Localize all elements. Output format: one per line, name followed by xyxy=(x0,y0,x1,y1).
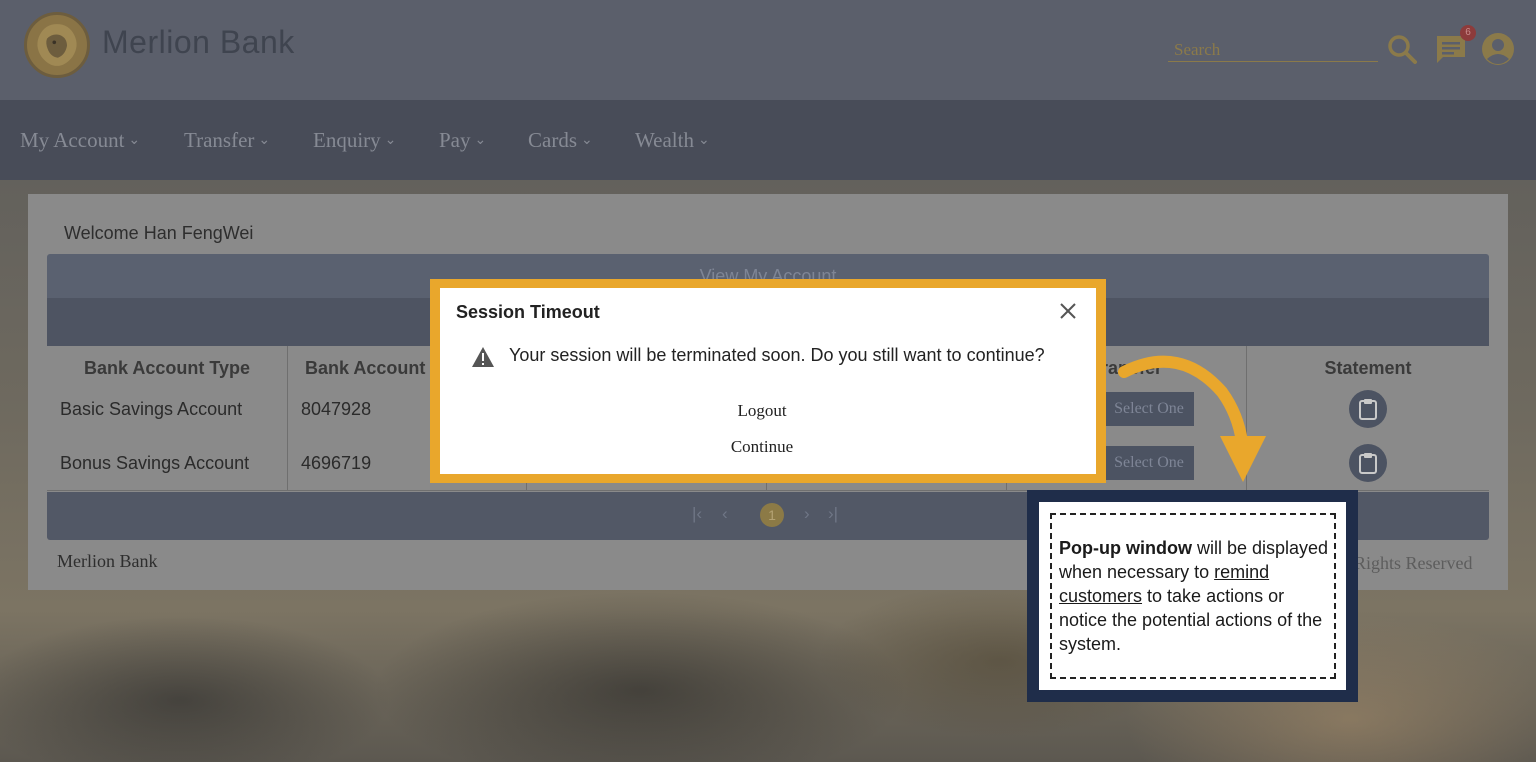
logout-button[interactable]: Logout xyxy=(700,401,824,421)
close-icon[interactable] xyxy=(1056,299,1080,323)
dialog-title: Session Timeout xyxy=(456,302,600,322)
annotation-text: Pop-up window will be displayed when nec… xyxy=(1059,536,1329,656)
clipboard-icon[interactable] xyxy=(1349,390,1387,428)
next-page-icon[interactable]: › xyxy=(804,504,810,524)
lion-logo-icon[interactable] xyxy=(24,12,90,78)
continue-button[interactable]: Continue xyxy=(700,437,824,457)
prev-page-icon[interactable]: ‹ xyxy=(722,504,728,524)
dialog-message: Your session will be terminated soon. Do… xyxy=(509,345,1045,365)
first-page-icon[interactable]: |‹ xyxy=(692,504,702,524)
notification-badge: 6 xyxy=(1460,25,1476,41)
nav-my-account[interactable]: My Account ⌄ xyxy=(20,128,140,153)
chevron-down-icon: ⌄ xyxy=(697,133,710,148)
curved-arrow-icon xyxy=(1118,355,1266,482)
brand-name: Merlion Bank xyxy=(102,24,295,60)
search-input[interactable] xyxy=(1168,38,1378,62)
nav-wealth[interactable]: Wealth ⌄ xyxy=(635,128,710,153)
user-avatar-icon[interactable] xyxy=(1481,32,1515,66)
last-page-icon[interactable]: ›| xyxy=(828,504,838,524)
nav-label: My Account xyxy=(20,128,125,152)
clipboard-icon[interactable] xyxy=(1349,444,1387,482)
nav-label: Wealth xyxy=(635,128,694,152)
account-type-cell: Basic Savings Account xyxy=(47,382,288,436)
chevron-down-icon: ⌄ xyxy=(474,133,487,148)
nav-label: Enquiry xyxy=(313,128,381,152)
nav-label: Pay xyxy=(439,128,471,152)
nav-label: Transfer xyxy=(184,128,255,152)
footer-rights: Rights Reserved xyxy=(1354,553,1473,573)
nav-transfer[interactable]: Transfer ⌄ xyxy=(184,128,270,153)
chevron-down-icon: ⌄ xyxy=(384,133,397,148)
chevron-down-icon: ⌄ xyxy=(258,133,271,148)
warning-icon xyxy=(471,346,495,368)
page-button-current[interactable]: 1 xyxy=(760,503,784,527)
search-icon[interactable] xyxy=(1386,33,1418,65)
footer-brand: Merlion Bank xyxy=(57,551,158,571)
nav-label: Cards xyxy=(528,128,577,152)
nav-cards[interactable]: Cards ⌄ xyxy=(528,128,593,153)
chevron-down-icon: ⌄ xyxy=(128,133,141,148)
nav-pay[interactable]: Pay ⌄ xyxy=(439,128,486,153)
chevron-down-icon: ⌄ xyxy=(581,133,593,148)
welcome-message: Welcome Han FengWei xyxy=(64,223,254,243)
annotation-bold: Pop-up window xyxy=(1059,538,1192,558)
nav-enquiry[interactable]: Enquiry ⌄ xyxy=(313,128,396,153)
account-type-cell: Bonus Savings Account xyxy=(47,436,288,490)
